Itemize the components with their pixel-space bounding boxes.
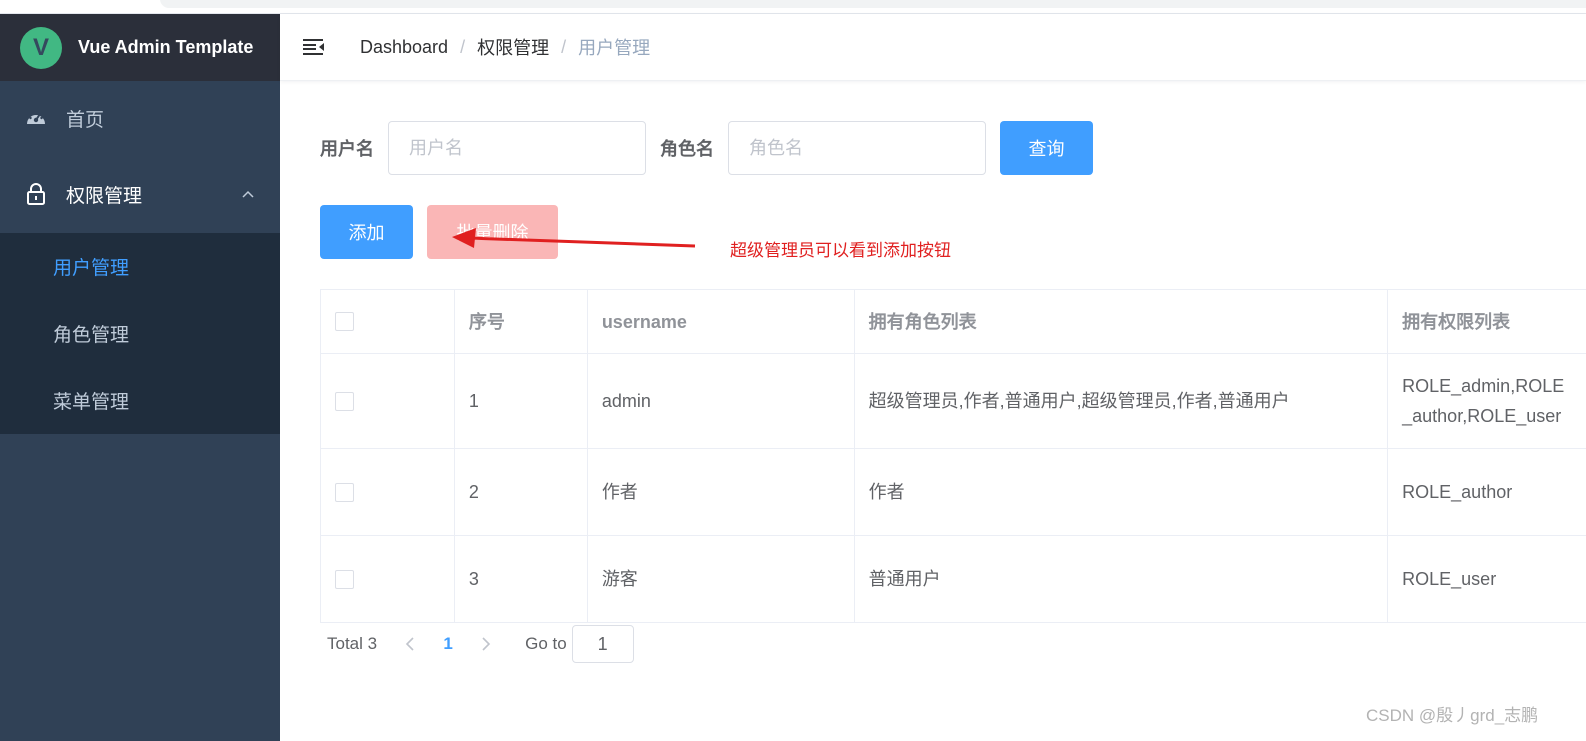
column-header: 序号 xyxy=(455,290,588,353)
breadcrumb-user-management: 用户管理 xyxy=(578,38,651,58)
sidebar-logo[interactable]: V Vue Admin Template xyxy=(0,14,280,81)
sidebar-item-menu-management[interactable]: 菜单管理 xyxy=(0,367,280,434)
pagination: Total 3 1 Go to xyxy=(327,625,634,663)
column-header: 拥有角色列表 xyxy=(855,290,1389,353)
index-cell: 3 xyxy=(455,536,588,622)
breadcrumb: Dashboard / 权限管理 / 用户管理 xyxy=(360,34,650,60)
breadcrumb-separator: / xyxy=(561,36,567,57)
table-row[interactable]: 2 作者 作者 ROLE_author xyxy=(321,449,1586,536)
navbar: Dashboard / 权限管理 / 用户管理 xyxy=(280,14,1586,81)
browser-top-strip xyxy=(0,0,1586,14)
sidebar-item-home[interactable]: 首页 xyxy=(0,81,280,155)
select-cell xyxy=(321,536,455,622)
permissions-line: _author,ROLE_user xyxy=(1402,406,1562,426)
search-form: 用户名 角色名 查询 xyxy=(320,121,1093,175)
sidebar-item-label: 首页 xyxy=(66,109,105,131)
goto-page-input[interactable] xyxy=(571,625,634,663)
permissions-cell: ROLE_author xyxy=(1402,482,1513,502)
permissions-cell: ROLE_admin,ROLE _author,ROLE_user xyxy=(1388,354,1586,448)
username-cell: admin xyxy=(588,354,855,448)
index-cell: 2 xyxy=(455,449,588,535)
permissions-cell: ROLE_user xyxy=(1402,569,1497,589)
select-all-checkbox[interactable] xyxy=(335,312,354,331)
sidebar-item-label: 权限管理 xyxy=(66,185,143,207)
header-select-cell xyxy=(321,290,455,353)
breadcrumb-permissions[interactable]: 权限管理 xyxy=(477,34,549,60)
username-cell: 游客 xyxy=(588,536,855,622)
dashboard-icon xyxy=(24,106,48,130)
username-label: 用户名 xyxy=(320,139,374,159)
table-row[interactable]: 3 游客 普通用户 ROLE_user xyxy=(321,536,1586,622)
watermark: CSDN @殷丿grd_志鹏 xyxy=(1366,706,1539,725)
roles-cell: 普通用户 xyxy=(855,536,1389,622)
sidebar: V Vue Admin Template 首页 权限管理 用户管理 角色管理 菜… xyxy=(0,14,280,741)
sidebar-item-role-management[interactable]: 角色管理 xyxy=(0,300,280,367)
page-number-current[interactable]: 1 xyxy=(433,634,463,654)
next-page-icon[interactable] xyxy=(471,637,501,651)
logo-letter: V xyxy=(32,33,49,61)
hamburger-icon[interactable] xyxy=(302,35,326,59)
username-cell: 作者 xyxy=(588,449,855,535)
column-header: 拥有权限列表 xyxy=(1402,311,1511,332)
chevron-up-icon xyxy=(242,182,254,204)
row-checkbox[interactable] xyxy=(335,569,354,589)
roles-cell: 超级管理员,作者,普通用户,超级管理员,作者,普通用户 xyxy=(855,354,1389,448)
annotation-arrow xyxy=(452,228,696,248)
sidebar-item-user-management[interactable]: 用户管理 xyxy=(0,233,280,300)
roles-cell: 作者 xyxy=(855,449,1389,535)
role-label: 角色名 xyxy=(660,139,714,159)
user-table: 序号 username 拥有角色列表 拥有权限列表 1 admin 超级管理员,… xyxy=(320,289,1586,623)
app-title: Vue Admin Template xyxy=(78,37,254,57)
index-cell: 1 xyxy=(455,354,588,448)
table-header-row: 序号 username 拥有角色列表 拥有权限列表 xyxy=(321,290,1586,354)
vue-logo-icon: V xyxy=(20,26,62,69)
select-cell xyxy=(321,354,455,448)
column-header: username xyxy=(588,290,855,353)
submenu-permissions: 用户管理 角色管理 菜单管理 xyxy=(0,233,280,434)
permissions-line: ROLE_admin,ROLE xyxy=(1402,376,1565,396)
goto-label: Go to xyxy=(525,634,567,653)
query-button[interactable]: 查询 xyxy=(1000,121,1093,175)
breadcrumb-separator: / xyxy=(460,36,466,57)
pagination-total: Total 3 xyxy=(327,634,378,653)
add-button[interactable]: 添加 xyxy=(320,205,413,259)
annotation-text: 超级管理员可以看到添加按钮 xyxy=(730,241,951,260)
prev-page-icon[interactable] xyxy=(395,637,425,651)
username-input[interactable] xyxy=(388,121,646,175)
lock-icon xyxy=(24,182,48,206)
row-checkbox[interactable] xyxy=(335,391,354,411)
breadcrumb-dashboard[interactable]: Dashboard xyxy=(360,37,448,58)
table-row[interactable]: 1 admin 超级管理员,作者,普通用户,超级管理员,作者,普通用户 ROLE… xyxy=(321,354,1586,449)
sidebar-item-permissions[interactable]: 权限管理 xyxy=(0,155,280,233)
row-checkbox[interactable] xyxy=(335,482,354,502)
address-bar-edge xyxy=(160,0,1586,8)
select-cell xyxy=(321,449,455,535)
role-input[interactable] xyxy=(728,121,986,175)
